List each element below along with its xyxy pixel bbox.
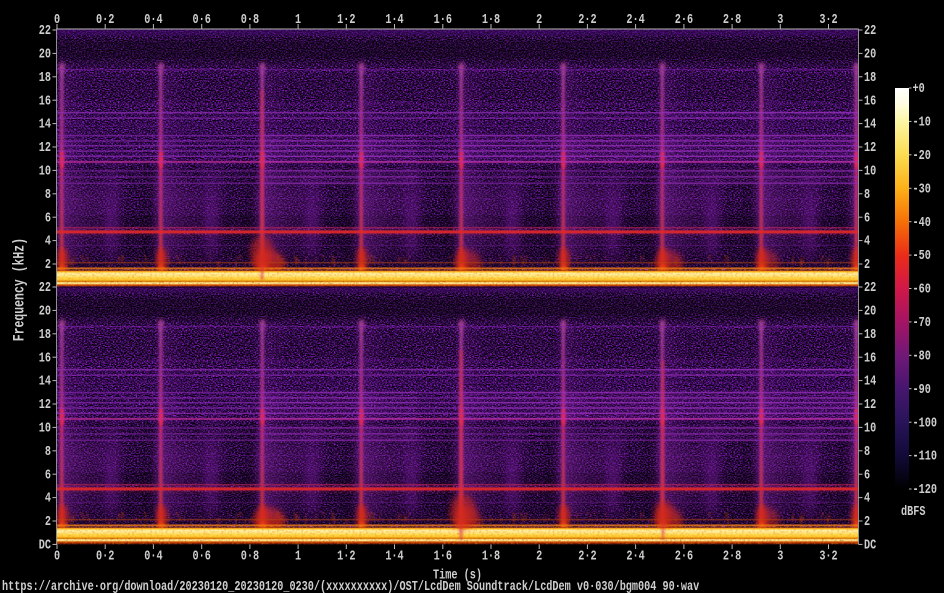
svg-text:dBFS: dBFS bbox=[901, 504, 925, 520]
svg-text:2·6: 2·6 bbox=[675, 11, 693, 27]
svg-text:2·6: 2·6 bbox=[675, 548, 693, 564]
svg-text:6: 6 bbox=[45, 210, 51, 226]
svg-text:8: 8 bbox=[864, 443, 870, 459]
svg-text:0·8: 0·8 bbox=[241, 548, 259, 564]
svg-text:1: 1 bbox=[295, 11, 301, 27]
svg-text:10: 10 bbox=[39, 420, 51, 436]
svg-text:16: 16 bbox=[39, 350, 51, 366]
svg-text:6: 6 bbox=[864, 210, 870, 226]
svg-text:-80: -80 bbox=[913, 348, 931, 364]
svg-text:0: 0 bbox=[54, 11, 60, 27]
svg-text:0·8: 0·8 bbox=[241, 11, 259, 27]
svg-text:1·4: 1·4 bbox=[385, 548, 403, 564]
svg-text:-70: -70 bbox=[913, 315, 931, 331]
svg-text:8: 8 bbox=[864, 186, 870, 202]
svg-text:1·2: 1·2 bbox=[337, 548, 355, 564]
svg-text:0·2: 0·2 bbox=[96, 11, 114, 27]
svg-text:4: 4 bbox=[864, 233, 870, 249]
svg-text:1·6: 1·6 bbox=[434, 11, 452, 27]
svg-text:-60: -60 bbox=[913, 281, 931, 297]
svg-text:4: 4 bbox=[45, 233, 51, 249]
svg-text:3: 3 bbox=[777, 11, 783, 27]
svg-text:1·8: 1·8 bbox=[482, 11, 500, 27]
svg-text:12: 12 bbox=[39, 397, 51, 413]
svg-text:6: 6 bbox=[45, 467, 51, 483]
svg-text:22: 22 bbox=[864, 280, 876, 296]
svg-text:18: 18 bbox=[864, 326, 876, 342]
svg-text:10: 10 bbox=[864, 420, 876, 436]
svg-text:-100: -100 bbox=[913, 415, 937, 431]
svg-text:3·2: 3·2 bbox=[819, 11, 837, 27]
svg-text:0·2: 0·2 bbox=[96, 548, 114, 564]
svg-text:12: 12 bbox=[864, 397, 876, 413]
svg-text:2·2: 2·2 bbox=[578, 548, 596, 564]
svg-text:22: 22 bbox=[864, 23, 876, 39]
svg-text:-110: -110 bbox=[913, 448, 937, 464]
svg-text:2: 2 bbox=[45, 514, 51, 530]
svg-text:20: 20 bbox=[864, 46, 876, 62]
svg-text:1·8: 1·8 bbox=[482, 548, 500, 564]
svg-text:0·6: 0·6 bbox=[193, 11, 211, 27]
svg-text:16: 16 bbox=[864, 93, 876, 109]
svg-text:14: 14 bbox=[39, 373, 51, 389]
svg-text:0·4: 0·4 bbox=[144, 548, 162, 564]
svg-text:4: 4 bbox=[45, 490, 51, 506]
svg-text:3·2: 3·2 bbox=[819, 548, 837, 564]
svg-text:1·6: 1·6 bbox=[434, 548, 452, 564]
svg-text:10: 10 bbox=[864, 163, 876, 179]
svg-text:2·8: 2·8 bbox=[723, 11, 741, 27]
svg-text:-40: -40 bbox=[913, 214, 931, 230]
svg-text:20: 20 bbox=[39, 46, 51, 62]
svg-text:20: 20 bbox=[39, 303, 51, 319]
svg-text:-50: -50 bbox=[913, 248, 931, 264]
svg-text:2: 2 bbox=[45, 257, 51, 273]
svg-text:-10: -10 bbox=[913, 114, 931, 130]
svg-text:0·6: 0·6 bbox=[193, 548, 211, 564]
svg-text:2·8: 2·8 bbox=[723, 548, 741, 564]
svg-text:20: 20 bbox=[864, 303, 876, 319]
svg-text:DC: DC bbox=[39, 537, 52, 553]
svg-text:6: 6 bbox=[864, 467, 870, 483]
svg-text:2·2: 2·2 bbox=[578, 11, 596, 27]
svg-text:2: 2 bbox=[536, 548, 542, 564]
svg-text:14: 14 bbox=[864, 373, 876, 389]
svg-text:2: 2 bbox=[536, 11, 542, 27]
svg-text:4: 4 bbox=[864, 490, 870, 506]
svg-text:0: 0 bbox=[54, 548, 60, 564]
svg-text:-120: -120 bbox=[913, 482, 937, 498]
svg-text:12: 12 bbox=[39, 140, 51, 156]
svg-text:18: 18 bbox=[39, 69, 51, 85]
svg-text:14: 14 bbox=[39, 116, 51, 132]
svg-text:1·4: 1·4 bbox=[385, 11, 403, 27]
svg-text:0·4: 0·4 bbox=[144, 11, 162, 27]
svg-text:+0: +0 bbox=[913, 81, 925, 97]
svg-text:8: 8 bbox=[45, 443, 51, 459]
svg-text:2·4: 2·4 bbox=[626, 11, 644, 27]
svg-text:https://archive·org/download/2: https://archive·org/download/20230120_20… bbox=[2, 579, 700, 593]
svg-text:16: 16 bbox=[39, 93, 51, 109]
svg-text:3: 3 bbox=[777, 548, 783, 564]
svg-text:1: 1 bbox=[295, 548, 301, 564]
svg-text:-30: -30 bbox=[913, 181, 931, 197]
svg-text:12: 12 bbox=[864, 140, 876, 156]
svg-text:2·4: 2·4 bbox=[626, 548, 644, 564]
svg-text:-90: -90 bbox=[913, 381, 931, 397]
svg-text:14: 14 bbox=[864, 116, 876, 132]
svg-text:22: 22 bbox=[39, 23, 51, 39]
svg-text:18: 18 bbox=[864, 69, 876, 85]
svg-text:2: 2 bbox=[864, 257, 870, 273]
svg-text:8: 8 bbox=[45, 186, 51, 202]
svg-text:16: 16 bbox=[864, 350, 876, 366]
svg-text:-20: -20 bbox=[913, 147, 931, 163]
svg-text:1·2: 1·2 bbox=[337, 11, 355, 27]
svg-text:18: 18 bbox=[39, 326, 51, 342]
svg-text:10: 10 bbox=[39, 163, 51, 179]
svg-text:2: 2 bbox=[864, 514, 870, 530]
svg-text:Frequency (kHz): Frequency (kHz) bbox=[11, 238, 29, 341]
svg-text:22: 22 bbox=[39, 280, 51, 296]
svg-text:DC: DC bbox=[864, 537, 877, 553]
